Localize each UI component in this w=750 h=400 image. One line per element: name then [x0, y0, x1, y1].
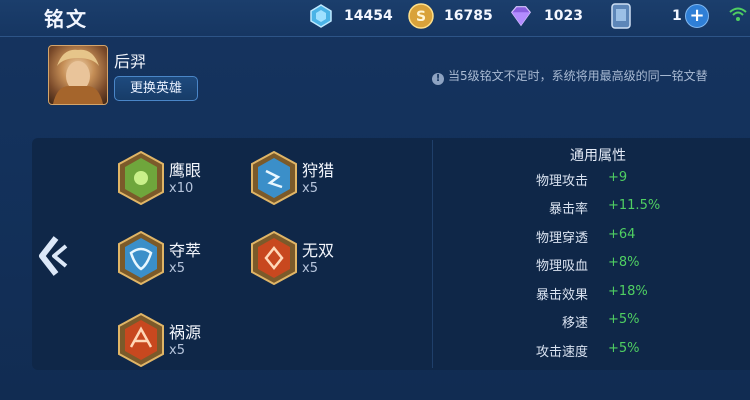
- hero-name: 后羿: [114, 52, 147, 71]
- rune-count: x5: [302, 181, 318, 196]
- attribute-row: 物理攻击 +9: [440, 170, 740, 190]
- attribute-value: +11.5%: [608, 198, 661, 213]
- attribute-label: 移速: [561, 316, 588, 331]
- page-title: 铭文: [44, 7, 88, 31]
- diamond-icon: [308, 3, 334, 29]
- blue-rune-icon: [250, 150, 298, 206]
- rune-count: x10: [169, 181, 194, 196]
- back-arrow-icon[interactable]: [34, 232, 70, 280]
- red-rune-icon: [117, 312, 165, 368]
- diamond-resource: 14454: [308, 0, 393, 32]
- rune-name: 无双: [302, 241, 335, 260]
- attribute-label: 暴击率: [548, 202, 588, 217]
- attribute-label: 暴击效果: [535, 288, 588, 303]
- panel-divider: [432, 140, 433, 368]
- rune-item-eagle-eye[interactable]: 鹰眼 x10: [117, 150, 257, 211]
- gold-count: 16785: [444, 8, 493, 24]
- rune-name: 鹰眼: [169, 161, 202, 180]
- info-icon: !: [432, 73, 444, 85]
- svg-text:S: S: [416, 9, 426, 25]
- crystal-count: 1023: [544, 8, 583, 24]
- rune-item-hunting[interactable]: 狩猎 x5: [250, 150, 390, 211]
- attribute-row: 物理穿透 +64: [440, 227, 740, 247]
- attribute-row: 暴击率 +11.5%: [440, 198, 740, 218]
- swap-hero-button[interactable]: 更换英雄: [114, 76, 198, 101]
- attribute-value: +64: [608, 227, 636, 242]
- diamond-count: 14454: [344, 8, 393, 24]
- crystal-resource: 1023: [508, 0, 583, 32]
- notice-text: 当5级铭文不足时，系统将用最高级的同一铭文替: [448, 69, 708, 83]
- ticket-card-icon: [608, 3, 634, 29]
- attribute-value: +18%: [608, 284, 648, 299]
- attribute-value: +5%: [608, 312, 640, 327]
- attribute-row: 暴击效果 +18%: [440, 284, 740, 304]
- rune-count: x5: [169, 343, 185, 358]
- attribute-label: 物理穿透: [535, 231, 588, 246]
- add-ticket-button[interactable]: +: [685, 4, 709, 28]
- rune-name: 祸源: [169, 323, 202, 342]
- blue-rune-icon: [117, 230, 165, 286]
- wifi-icon: [728, 6, 748, 26]
- hero-avatar[interactable]: [48, 45, 108, 105]
- rune-item-unrivaled[interactable]: 无双 x5: [250, 230, 390, 291]
- rune-notice: ! 当5级铭文不足时，系统将用最高级的同一铭文替: [432, 67, 708, 85]
- attribute-label: 攻击速度: [535, 345, 588, 360]
- rune-count: x5: [169, 261, 185, 276]
- rune-count: x5: [302, 261, 318, 276]
- gold-coin-icon: S: [408, 3, 434, 29]
- top-bar: 铭文 14454 S 16785 1023 1 +: [0, 0, 750, 37]
- attribute-label: 物理攻击: [535, 174, 588, 189]
- rune-name: 夺萃: [169, 241, 202, 260]
- attribute-value: +8%: [608, 255, 640, 270]
- attribute-row: 物理吸血 +8%: [440, 255, 740, 275]
- attribute-row: 攻击速度 +5%: [440, 341, 740, 361]
- attributes-header: 通用属性: [570, 148, 626, 164]
- red-rune-icon: [250, 230, 298, 286]
- rune-item-seize[interactable]: 夺萃 x5: [117, 230, 257, 291]
- attribute-label: 物理吸血: [535, 259, 588, 274]
- rune-name: 狩猎: [302, 161, 335, 180]
- crystal-icon: [508, 3, 534, 29]
- attribute-row: 移速 +5%: [440, 312, 740, 332]
- ticket-count: 1: [672, 8, 682, 24]
- attribute-value: +5%: [608, 341, 640, 356]
- attribute-value: +9: [608, 170, 628, 185]
- rune-item-calamity[interactable]: 祸源 x5: [117, 312, 257, 373]
- ticket-resource: 1: [608, 0, 682, 32]
- green-rune-icon: [117, 150, 165, 206]
- gold-resource: S 16785: [408, 0, 493, 32]
